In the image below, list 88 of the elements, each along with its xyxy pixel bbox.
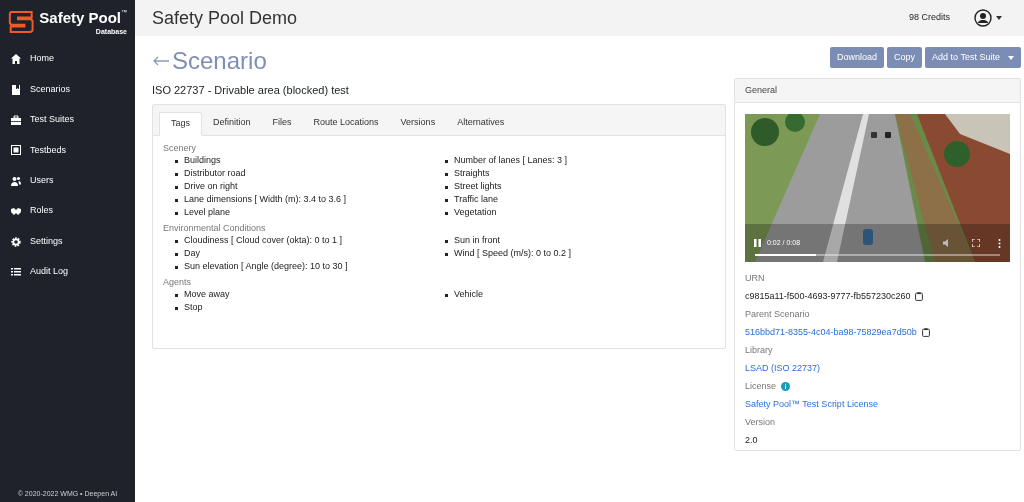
pause-icon[interactable] bbox=[754, 239, 761, 247]
field-link[interactable]: 516bbd71-8355-4c04-ba98-75829ea7d50b bbox=[745, 325, 917, 340]
tab[interactable]: Alternatives bbox=[446, 110, 516, 135]
scenario-name: ISO 22737 - Drivable area (blocked) test bbox=[152, 83, 350, 98]
tag-label: Drive on right bbox=[184, 180, 238, 194]
tag-label: Street lights bbox=[454, 180, 502, 194]
nav-item[interactable]: Roles bbox=[0, 195, 135, 227]
caret-icon bbox=[996, 16, 1002, 20]
nav-item[interactable]: Scenarios bbox=[0, 74, 135, 105]
field-value: 2.0 bbox=[745, 433, 758, 447]
tag-label: Straights bbox=[454, 167, 490, 181]
nav-item[interactable]: Users bbox=[0, 165, 135, 196]
back-arrow-icon[interactable] bbox=[152, 56, 170, 66]
page-title: Scenario bbox=[172, 46, 267, 76]
tag-label: Sun elevation [ Angle (degree): 10 to 30 ] bbox=[184, 260, 348, 274]
list-icon bbox=[11, 266, 21, 277]
bullet-icon bbox=[175, 159, 178, 163]
field-label: URN bbox=[745, 271, 765, 285]
field-label: License bbox=[745, 379, 777, 393]
tag-label: Lane dimensions [ Width (m): 3.4 to 3.6 ] bbox=[184, 193, 347, 207]
nav-item[interactable]: Home bbox=[0, 44, 135, 75]
card-title: General bbox=[745, 83, 778, 97]
gear-icon bbox=[11, 236, 21, 247]
book-icon bbox=[11, 84, 21, 95]
nav-item[interactable]: Settings bbox=[0, 226, 135, 257]
bullet-icon bbox=[445, 293, 448, 297]
tab[interactable]: Files bbox=[261, 110, 303, 135]
tag-label: Buildings bbox=[184, 154, 221, 168]
clipboard-icon[interactable] bbox=[921, 328, 930, 337]
user-avatar-icon bbox=[974, 9, 992, 27]
bullet-icon bbox=[175, 293, 178, 297]
bullet-icon bbox=[175, 185, 178, 189]
field-link[interactable]: LSAD (ISO 22737) bbox=[745, 361, 821, 376]
credits-count: 98 Credits bbox=[908, 11, 950, 25]
tag-label: Cloudiness [ Cloud cover (okta): 0 to 1 ] bbox=[184, 234, 343, 248]
bullet-icon bbox=[175, 198, 178, 202]
bullet-icon bbox=[445, 198, 448, 202]
screen-icon bbox=[11, 145, 21, 156]
section-heading: Scenery bbox=[163, 141, 198, 155]
tag-label: Traffic lane bbox=[454, 193, 499, 207]
bullet-icon bbox=[445, 252, 448, 256]
tag-label: Number of lanes [ Lanes: 3 ] bbox=[454, 154, 568, 168]
tab[interactable]: Versions bbox=[389, 110, 447, 135]
nav-item[interactable]: Test Suites bbox=[0, 104, 135, 136]
field-label: Parent Scenario bbox=[745, 307, 810, 321]
tag-label: Day bbox=[184, 247, 200, 261]
tag-label: Stop bbox=[184, 301, 203, 315]
logo-icon bbox=[8, 8, 36, 36]
section-heading: Environmental Conditions bbox=[163, 221, 267, 235]
bullet-icon bbox=[445, 172, 448, 176]
field-label: Library bbox=[745, 343, 773, 357]
info-icon[interactable] bbox=[781, 382, 791, 391]
fullscreen-icon[interactable] bbox=[972, 239, 980, 247]
clipboard-icon[interactable] bbox=[915, 292, 924, 301]
users-icon bbox=[11, 175, 21, 186]
tag-label: Sun in front bbox=[454, 234, 501, 248]
section-heading: Agents bbox=[163, 275, 193, 289]
nav-item[interactable]: Audit Log bbox=[0, 256, 135, 288]
tag-label: Vehicle bbox=[454, 288, 484, 302]
bullet-icon bbox=[175, 265, 178, 269]
tag-label: Wind [ Speed (m/s): 0 to 0.2 ] bbox=[454, 247, 572, 261]
bullet-icon bbox=[175, 172, 178, 176]
bullet-icon bbox=[175, 239, 178, 243]
home-icon bbox=[11, 54, 21, 65]
bullet-icon bbox=[175, 211, 178, 215]
tag-label: Distributor road bbox=[184, 167, 246, 181]
app-title: Safety Pool Demo bbox=[152, 6, 298, 30]
brand-name: Safety Pool bbox=[39, 8, 121, 28]
tag-label: Level plane bbox=[184, 206, 231, 220]
field-link[interactable]: Safety Pool™ Test Script License bbox=[745, 397, 878, 412]
bullet-icon bbox=[175, 252, 178, 256]
nav-item[interactable]: Testbeds bbox=[0, 135, 135, 166]
tab[interactable]: Tags bbox=[159, 111, 202, 136]
bullet-icon bbox=[175, 306, 178, 310]
bullet-icon bbox=[445, 211, 448, 215]
tag-label: Move away bbox=[184, 288, 230, 302]
bullet-icon bbox=[445, 185, 448, 189]
field-label: Version bbox=[745, 415, 776, 429]
more-icon[interactable] bbox=[998, 238, 1001, 248]
bullet-icon bbox=[445, 159, 448, 163]
user-menu[interactable] bbox=[974, 9, 1002, 27]
tab[interactable]: Route Locations bbox=[302, 110, 390, 135]
briefcase-icon bbox=[11, 114, 21, 125]
bullet-icon bbox=[445, 239, 448, 243]
tag-label: Vegetation bbox=[454, 206, 497, 220]
caret-icon bbox=[1008, 55, 1014, 60]
field-value: c9815a11-f500-4693-9777-fb557230c260 bbox=[745, 289, 911, 303]
tab[interactable]: Definition bbox=[202, 110, 262, 135]
